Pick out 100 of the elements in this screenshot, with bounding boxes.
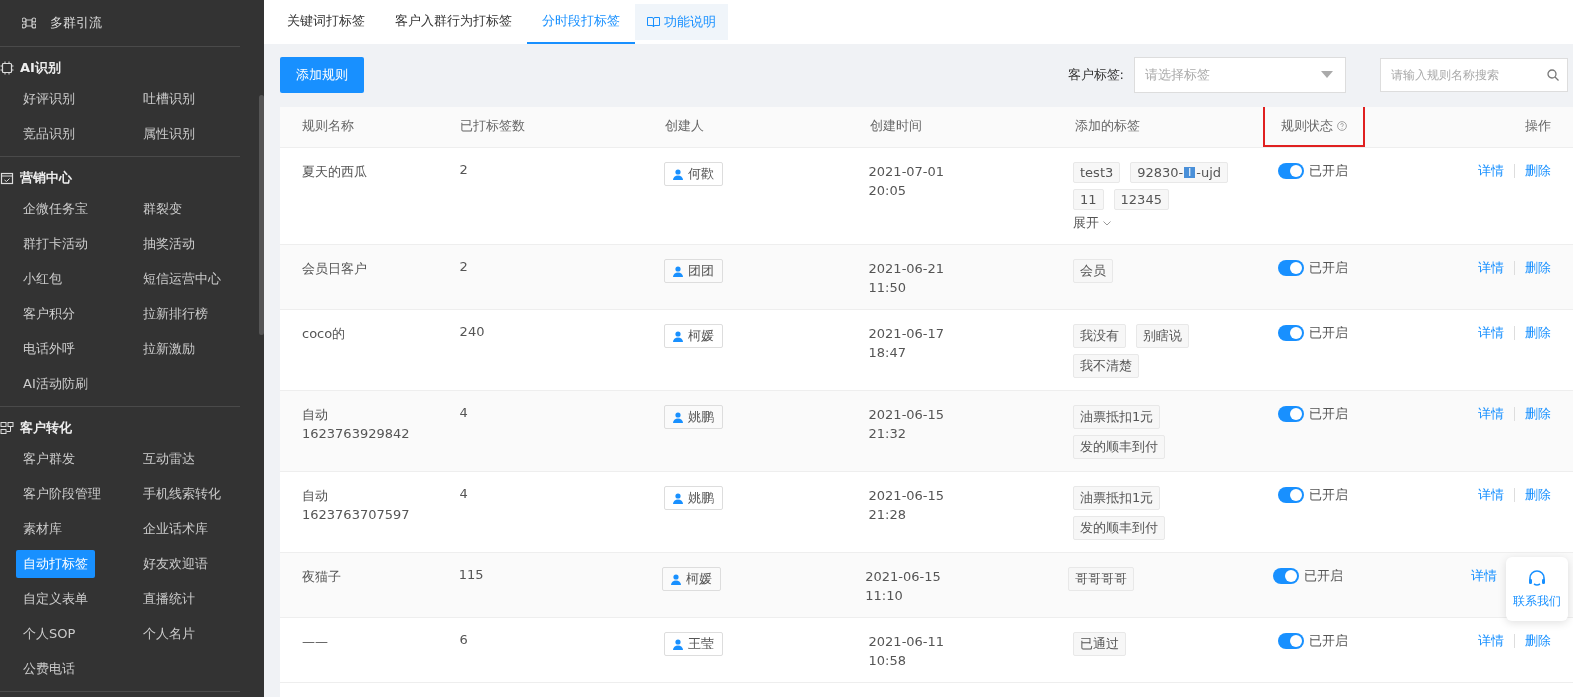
- column-header: 已打标签数: [460, 117, 525, 135]
- sidebar-item[interactable]: 公费电话: [16, 655, 82, 683]
- sidebar-item[interactable]: 企业话术库: [136, 515, 215, 543]
- expand-link[interactable]: 展开: [1073, 210, 1111, 232]
- caret-icon: [1321, 71, 1333, 79]
- sidebar-item[interactable]: 个人SOP: [16, 620, 83, 648]
- tag: 油票抵扣1元: [1073, 486, 1161, 510]
- section-title: 营销中心: [20, 169, 72, 187]
- user-icon: [673, 168, 684, 180]
- sidebar-item[interactable]: 企微任务宝: [16, 195, 95, 223]
- sidebar-item[interactable]: AI活动防刷: [16, 370, 95, 398]
- sidebar-item[interactable]: 多群引流: [0, 0, 240, 47]
- sidebar-item[interactable]: 客户阶段管理: [16, 480, 108, 508]
- tag-count: 240: [459, 324, 485, 339]
- sidebar-item[interactable]: 电话外呼: [16, 335, 82, 363]
- column-header: 创建人: [665, 117, 704, 135]
- status-text: 已开启: [1309, 632, 1349, 650]
- creator-chip: 姚鹏: [664, 486, 724, 510]
- user-icon: [670, 573, 681, 585]
- created-time: 2021-07-01 20:05: [868, 163, 946, 200]
- created-time: 2021-06-11 10:58: [868, 633, 946, 670]
- status-text: 已开启: [1309, 259, 1349, 277]
- creator-chip: 何歡: [664, 162, 724, 186]
- status-switch[interactable]: [1278, 325, 1305, 341]
- sidebar-item[interactable]: 手机线索转化: [136, 480, 228, 508]
- status-switch[interactable]: [1278, 487, 1305, 503]
- search-field[interactable]: 请输入规则名称搜索: [1380, 58, 1568, 92]
- sidebar-item[interactable]: 互动雷达: [136, 445, 202, 473]
- sidebar-item[interactable]: 直播统计: [136, 585, 202, 613]
- filter-label: 客户标签:: [1067, 66, 1124, 84]
- tab[interactable]: 关键词打标签: [272, 0, 380, 44]
- book-icon: [647, 16, 660, 28]
- created-time: 2021-06-15 21:28: [868, 487, 946, 524]
- tag: 12345: [1113, 189, 1169, 210]
- column-header: 添加的标签: [1075, 117, 1140, 135]
- sidebar-item[interactable]: 好评识别: [16, 85, 82, 113]
- chevron-icon: [1103, 220, 1111, 226]
- created-time: 2021-06-15 11:10: [865, 568, 942, 605]
- column-header: 操作: [1525, 117, 1551, 135]
- sidebar-item[interactable]: 属性识别: [136, 120, 202, 148]
- rule-name: 自动 1623763707597: [302, 487, 411, 524]
- status-switch[interactable]: [1278, 633, 1305, 649]
- status-text: 已开启: [1309, 405, 1349, 423]
- sidebar-item[interactable]: 短信运营中心: [136, 265, 228, 293]
- status-switch[interactable]: [1278, 260, 1305, 276]
- user-icon: [673, 265, 684, 277]
- tag: test3: [1073, 162, 1121, 183]
- nodes-icon: [0, 421, 14, 435]
- creator-chip: 柯媛: [661, 567, 721, 591]
- creator-chip: 团团: [664, 259, 724, 283]
- search-icon: [1547, 69, 1559, 81]
- status-switch[interactable]: [1278, 163, 1305, 179]
- sidebar-item[interactable]: 吐槽识别: [136, 85, 202, 113]
- tag: 别瞎说: [1136, 324, 1189, 348]
- sidebar-item[interactable]: 群打卡活动: [16, 230, 95, 258]
- tag-count: 6: [459, 632, 468, 647]
- column-header: 规则名称: [302, 117, 354, 135]
- sidebar-item[interactable]: 拉新排行榜: [136, 300, 215, 328]
- rule-name: 夏天的西瓜: [302, 163, 368, 181]
- tag-count: 4: [459, 486, 468, 501]
- status-text: 已开启: [1309, 162, 1349, 180]
- sidebar-item[interactable]: 自定义表单: [16, 585, 95, 613]
- tag: 92830- I -ujd: [1130, 162, 1229, 183]
- scrollbar[interactable]: [259, 95, 264, 335]
- sidebar-item[interactable]: 素材库: [16, 515, 69, 543]
- status-switch[interactable]: [1272, 568, 1299, 584]
- creator-chip: 柯媛: [664, 324, 724, 348]
- created-time: 2021-06-15 21:32: [868, 406, 946, 443]
- rule-name: 自动 1623763929842: [302, 406, 411, 443]
- status-text: 已开启: [1309, 324, 1349, 342]
- tag-count: 2: [459, 259, 468, 274]
- tag: 哥哥哥哥: [1068, 567, 1135, 591]
- sidebar-item[interactable]: 拉新激励: [136, 335, 202, 363]
- sidebar-item[interactable]: 抽奖活动: [136, 230, 202, 258]
- sidebar-item[interactable]: 群裂变: [136, 195, 189, 223]
- section-title: AI识别: [20, 59, 61, 77]
- sidebar-item[interactable]: 小红包: [16, 265, 69, 293]
- status-switch[interactable]: [1278, 406, 1305, 422]
- section-title: 客户转化: [20, 419, 72, 437]
- sidebar-item[interactable]: 客户积分: [16, 300, 82, 328]
- created-time: 2021-06-21 11:50: [868, 260, 946, 297]
- tag: 油票抵扣1元: [1073, 405, 1161, 429]
- tag: 已通过: [1073, 632, 1126, 656]
- tag: 11: [1073, 189, 1104, 210]
- rule-name: ——: [302, 633, 329, 651]
- column-header: 规则状态: [1265, 107, 1363, 145]
- command-icon: [22, 16, 36, 30]
- status-text: 已开启: [1309, 486, 1349, 504]
- tag-count: 4: [459, 405, 468, 420]
- sidebar-item[interactable]: 竞品识别: [16, 120, 82, 148]
- created-time: 2021-06-17 18:47: [868, 325, 946, 362]
- status-text: 已开启: [1303, 567, 1343, 585]
- tag: 会员: [1073, 259, 1113, 283]
- sidebar-item[interactable]: 个人名片: [136, 620, 202, 648]
- sidebar-item[interactable]: 好友欢迎语: [136, 550, 215, 578]
- creator-chip: 姚鹏: [664, 405, 724, 429]
- tag-count: 2: [459, 162, 468, 177]
- tab[interactable]: 客户入群行为打标签: [380, 0, 527, 44]
- chip-icon: [0, 61, 14, 75]
- sidebar-item[interactable]: 客户群发: [16, 445, 82, 473]
